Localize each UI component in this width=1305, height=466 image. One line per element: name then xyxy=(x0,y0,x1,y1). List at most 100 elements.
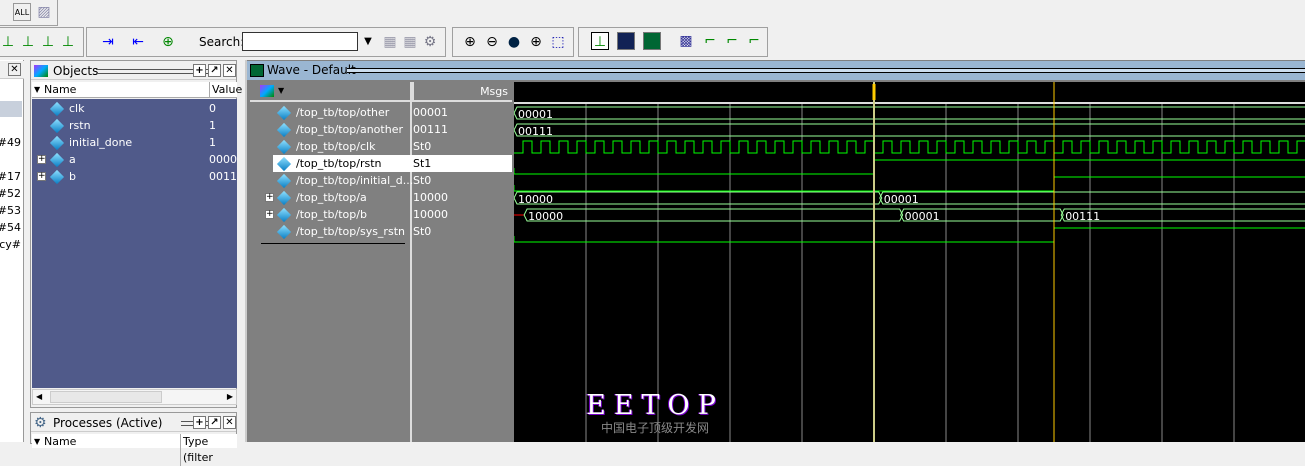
edge-next-icon[interactable]: ⊥ xyxy=(59,33,77,51)
find-next-icon[interactable]: ▦ xyxy=(401,33,419,51)
undock-icon[interactable]: ↗ xyxy=(208,64,221,77)
edge-fall-icon[interactable]: ⊥ xyxy=(19,33,37,51)
signal-name: /top_tb/top/b xyxy=(296,208,367,221)
msgs-label: Msgs xyxy=(480,85,508,98)
col-type[interactable]: Type (filter xyxy=(180,434,237,466)
expand-icon[interactable]: + xyxy=(265,193,274,202)
signal-name: /top_tb/top/sys_rstn xyxy=(296,225,405,238)
close-icon[interactable]: ✕ xyxy=(223,64,236,77)
list-item[interactable]: clk 0 xyxy=(49,100,237,117)
signal-msg: St0 xyxy=(413,140,432,153)
left-item[interactable]: #52 xyxy=(0,187,21,200)
list-item[interactable]: rstn 1 xyxy=(49,117,237,134)
expand-icon[interactable]: + xyxy=(37,172,46,181)
dropdown-icon[interactable]: ▼ xyxy=(278,86,284,95)
close-icon[interactable]: ✕ xyxy=(8,63,21,76)
left-panel: ✕ #49 #17 #52 #53 #54 cy# xyxy=(0,60,24,442)
signal-icon xyxy=(49,169,65,185)
bus-value: 10000 xyxy=(528,210,563,223)
signal-icon xyxy=(276,156,292,172)
object-name: a xyxy=(69,153,76,166)
list-item[interactable]: a 0000 xyxy=(49,151,237,168)
objects-list: clk 0 rstn 1 initial_done 1 + a 0000 + b 0011 xyxy=(32,99,237,388)
signal-icon xyxy=(276,173,292,189)
toolbar-edges: ⊥ ⊥ ⊥ ⊥ xyxy=(0,27,84,57)
search-options-icon[interactable]: ⚙ xyxy=(421,33,439,51)
close-icon[interactable]: ✕ xyxy=(223,416,236,429)
wave-line-icon[interactable]: ⊥ xyxy=(591,32,609,50)
msgs-header: Msgs xyxy=(412,82,512,102)
expand-icon[interactable]: + xyxy=(265,210,274,219)
wave-signal-row[interactable]: /top_tb/top/b 10000 xyxy=(273,206,512,223)
list-all-icon[interactable]: ALL xyxy=(13,3,31,21)
signal-name: /top_tb/top/rstn xyxy=(296,157,382,170)
add-icon[interactable]: + xyxy=(193,416,206,429)
zoom-area-icon[interactable]: ⬚ xyxy=(549,33,567,51)
horizontal-scrollbar[interactable]: ◀ ▶ xyxy=(32,389,237,405)
step-icon-1[interactable]: ⌐ xyxy=(701,32,719,50)
signal-icon xyxy=(276,122,292,138)
find-prev-icon[interactable]: ▦ xyxy=(381,33,399,51)
col-name[interactable]: Name xyxy=(44,434,76,450)
wave-signal-row[interactable]: /top_tb/top/a 10000 xyxy=(273,189,512,206)
edge-prev-icon[interactable]: ⊥ xyxy=(0,33,17,51)
waveform-canvas[interactable]: 00001 00111 10000 00001 10000 00001 00111 xyxy=(514,82,1305,442)
scroll-thumb[interactable] xyxy=(50,391,162,403)
add-wave-icon[interactable] xyxy=(260,85,274,97)
scroll-left-icon[interactable]: ◀ xyxy=(36,392,42,401)
eetop-watermark: EETOP 中国电子顶级开发网 xyxy=(585,390,725,436)
wave-fill-icon[interactable] xyxy=(643,32,661,50)
col-name[interactable]: Name xyxy=(44,82,76,98)
objects-column-header: ▼ Name Value xyxy=(32,82,242,98)
wave-signal-row[interactable]: /top_tb/top/rstn St1 xyxy=(273,155,512,172)
signal-msg: 00111 xyxy=(413,123,448,136)
wave-signal-row[interactable]: /top_tb/top/sys_rstn St0 xyxy=(273,223,512,240)
trace-input-icon[interactable]: ⇥ xyxy=(99,33,117,51)
list-item[interactable]: b 0011 xyxy=(49,168,237,185)
zoom-out-icon[interactable]: ⊖ xyxy=(483,33,501,51)
zoom-full-icon[interactable]: ● xyxy=(505,33,523,51)
pattern-icon[interactable]: ▨ xyxy=(35,3,53,21)
signal-list: /top_tb/top/other 00001/top_tb/top/anothe… xyxy=(247,104,512,254)
signal-icon xyxy=(49,152,65,168)
bus-value: 00111 xyxy=(1065,210,1100,223)
scroll-right-icon[interactable]: ▶ xyxy=(227,392,233,401)
wave-signal-row[interactable]: /top_tb/top/other 00001 xyxy=(273,104,512,121)
col-value[interactable]: Value xyxy=(209,82,242,98)
add-driver-icon[interactable]: ⊕ xyxy=(159,33,177,51)
step-icon-2[interactable]: ⌐ xyxy=(723,32,741,50)
bus-value: 00001 xyxy=(884,193,919,206)
step-icon-3[interactable]: ⌐ xyxy=(745,32,763,50)
zoom-in-icon[interactable]: ⊕ xyxy=(461,33,479,51)
wave-block-icon[interactable] xyxy=(617,32,635,50)
bus-value: 10000 xyxy=(518,193,553,206)
wave-signal-row[interactable]: /top_tb/top/initial_d... St0 xyxy=(273,172,512,189)
wave-signal-row[interactable]: /top_tb/top/another 00111 xyxy=(273,121,512,138)
left-item[interactable]: #49 xyxy=(0,136,21,149)
expand-icon[interactable]: + xyxy=(37,155,46,164)
list-item[interactable]: initial_done 1 xyxy=(49,134,237,151)
signal-icon xyxy=(49,101,65,117)
left-item[interactable]: cy# xyxy=(0,238,21,251)
wave-signal-row[interactable]: /top_tb/top/clk St0 xyxy=(273,138,512,155)
search-input[interactable] xyxy=(242,32,358,51)
wave-name-header: ▼ xyxy=(250,82,410,102)
search-dropdown-icon[interactable]: ▼ xyxy=(359,33,377,51)
edge-rise-icon[interactable]: ⊥ xyxy=(39,33,57,51)
processes-header: ⚙ Processes (Active) + ↗ ✕ xyxy=(31,414,236,432)
left-item[interactable]: #17 xyxy=(0,170,21,183)
left-item[interactable]: #53 xyxy=(0,204,21,217)
left-item[interactable]: #54 xyxy=(0,221,21,234)
zoom-cursor-icon[interactable]: ⊕ xyxy=(527,33,545,51)
trace-output-icon[interactable]: ⇤ xyxy=(129,33,147,51)
sort-icon[interactable]: ▼ xyxy=(34,82,40,98)
left-panel-selected-row[interactable] xyxy=(0,101,22,117)
signal-msg: 10000 xyxy=(413,191,448,204)
wave-titlebar[interactable]: Wave - Default xyxy=(247,61,1305,80)
undock-icon[interactable]: ↗ xyxy=(208,416,221,429)
gear-icon: ⚙ xyxy=(34,415,47,431)
pattern-fill-icon[interactable]: ▩ xyxy=(677,32,695,50)
drag-handle[interactable] xyxy=(347,68,1305,73)
sort-icon[interactable]: ▼ xyxy=(34,434,40,450)
add-icon[interactable]: + xyxy=(193,64,206,77)
